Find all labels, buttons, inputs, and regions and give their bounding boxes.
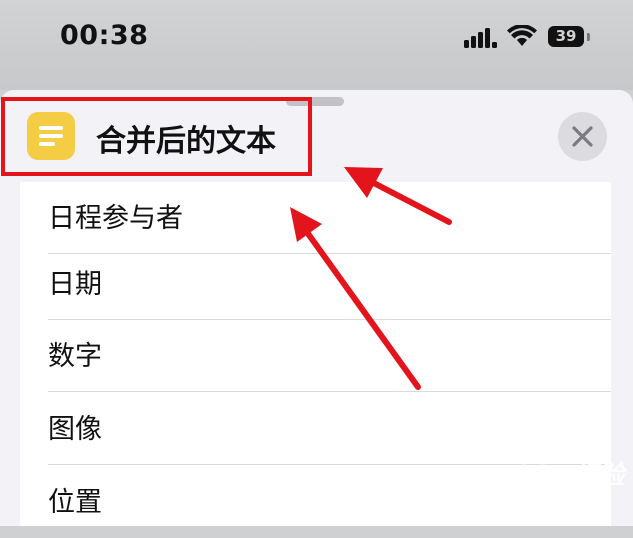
watermark: Baidu 经验 — [480, 461, 625, 491]
annotation-arrows — [290, 167, 452, 390]
arrow-line — [301, 225, 421, 390]
arrow-line — [365, 177, 452, 225]
arrow-head — [290, 207, 322, 242]
